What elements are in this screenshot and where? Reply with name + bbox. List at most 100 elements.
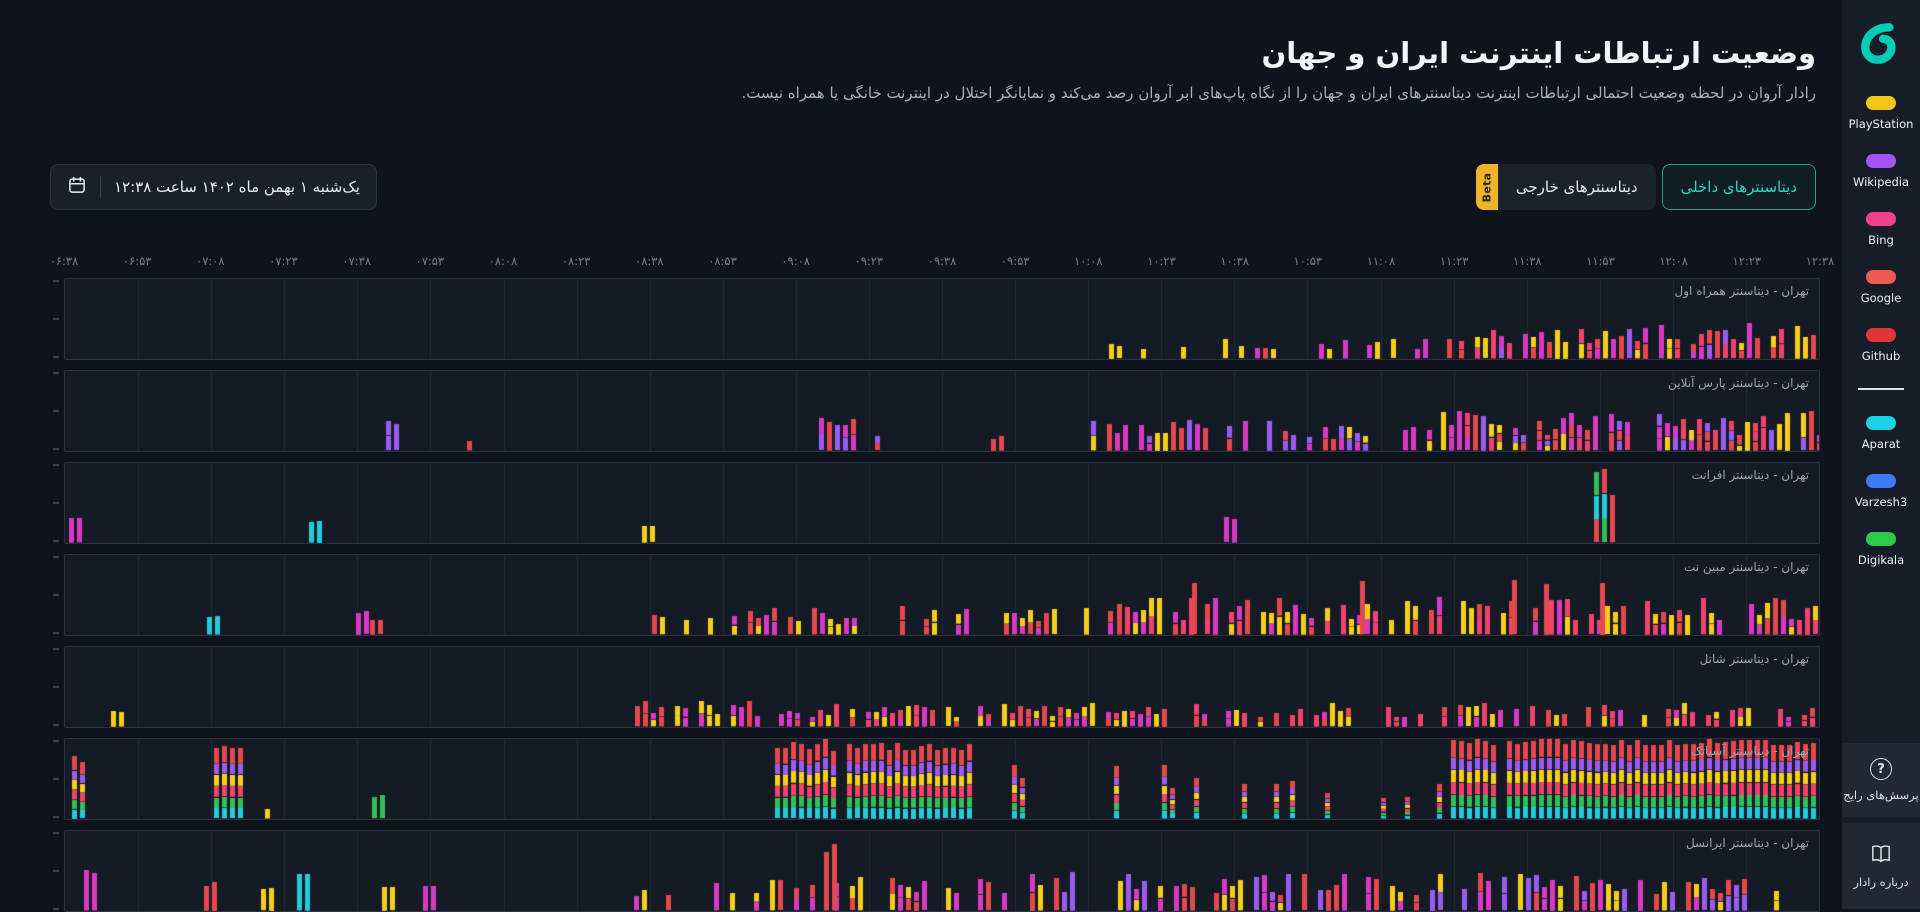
about-link[interactable]: درباره رادار — [1842, 823, 1920, 909]
main-content: وضعیت ارتباطات اینترنت ایران و جهان رادا… — [0, 0, 1842, 909]
chart-row: تهران - دیتاسنتر همراه اول — [50, 278, 1820, 360]
faq-link[interactable]: ? پرسش‌های رایج — [1842, 743, 1920, 817]
y-tick — [53, 464, 59, 466]
y-axis-ticks — [50, 646, 64, 728]
tab-internal-datacenters[interactable]: دیتاسنترهای داخلی — [1662, 164, 1816, 210]
time-tick-label: ۰۹:۳۸ — [928, 254, 957, 268]
legend-label: Bing — [1868, 233, 1894, 247]
datacenter-panel: تهران - دیتاسنتر همراه اول — [64, 278, 1820, 360]
legend-label: Wikipedia — [1853, 175, 1909, 189]
legend-item-varzesh3[interactable]: Varzesh3 — [1855, 474, 1907, 509]
github-status-dot — [1866, 328, 1896, 342]
datetime-picker-button[interactable]: یک‌شنبه ۱ بهمن ماه ۱۴۰۲ ساعت ۱۲:۳۸ — [50, 164, 377, 210]
legend-label: Aparat — [1862, 437, 1901, 451]
datacenter-panel: تهران - دیتاسنتر مبین نت — [64, 554, 1820, 636]
time-tick-label: ۰۶:۵۳ — [123, 254, 152, 268]
y-tick — [53, 740, 59, 742]
datacenter-label: تهران - دیتاسنتر مبین نت — [1684, 560, 1809, 574]
question-circle-icon: ? — [1870, 758, 1892, 780]
datacenter-panel: تهران - دیتاسنتر شاتل — [64, 646, 1820, 728]
page-title: وضعیت ارتباطات اینترنت ایران و جهان — [26, 36, 1816, 70]
legend-label: PlayStation — [1849, 117, 1914, 131]
datacenter-label: تهران - دیتاسنتر شاتل — [1700, 652, 1809, 666]
time-tick-label: ۰۹:۵۳ — [1001, 254, 1030, 268]
page-subtitle: رادار آروان در لحظه وضعیت احتمالی ارتباط… — [26, 84, 1816, 102]
time-tick-label: ۰۷:۰۸ — [196, 254, 225, 268]
datacenter-label: تهران - دیتاسنتر افرانت — [1692, 468, 1809, 482]
arvan-logo[interactable] — [1858, 20, 1904, 70]
time-tick-label: ۰۹:۲۳ — [855, 254, 884, 268]
y-tick — [53, 356, 59, 358]
time-tick-label: ۰۸:۰۸ — [489, 254, 518, 268]
legend-divider — [1858, 388, 1904, 390]
legend-item-bing[interactable]: Bing — [1866, 212, 1896, 247]
y-tick — [53, 556, 59, 558]
time-tick-label: ۱۰:۲۳ — [1147, 254, 1176, 268]
legend-label: Varzesh3 — [1855, 495, 1907, 509]
about-label: درباره رادار — [1853, 875, 1908, 889]
datacenter-panel: تهران - دیتاسنتر ایرانسل — [64, 830, 1820, 912]
digikala-status-dot — [1866, 532, 1896, 546]
time-tick-label: ۰۸:۳۸ — [635, 254, 664, 268]
datetime-label: یک‌شنبه ۱ بهمن ماه ۱۴۰۲ ساعت ۱۲:۳۸ — [114, 178, 360, 196]
y-tick — [53, 724, 59, 726]
legend-item-digikala[interactable]: Digikala — [1858, 532, 1904, 567]
datacenter-panel: تهران - دیتاسنتر پارس آنلاین — [64, 370, 1820, 452]
beta-badge: Beta — [1476, 164, 1498, 210]
y-tick — [53, 318, 59, 320]
y-axis-ticks — [50, 462, 64, 544]
google-status-dot — [1866, 270, 1896, 284]
time-tick-label: ۱۱:۵۳ — [1586, 254, 1615, 268]
time-tick-label: ۰۸:۲۳ — [562, 254, 591, 268]
aparat-status-dot — [1866, 416, 1896, 430]
legend-item-wikipedia[interactable]: Wikipedia — [1853, 154, 1909, 189]
time-tick-label: ۱۰:۵۳ — [1294, 254, 1323, 268]
y-tick — [53, 540, 59, 542]
datacenter-label: تهران - دیتاسنتر همراه اول — [1675, 284, 1809, 298]
y-tick — [53, 648, 59, 650]
time-tick-label: ۱۱:۳۸ — [1513, 254, 1542, 268]
time-tick-label: ۰۷:۳۸ — [342, 254, 371, 268]
chart-row: تهران - دیتاسنتر مبین نت — [50, 554, 1820, 636]
time-tick-label: ۰۹:۰۸ — [781, 254, 810, 268]
y-tick — [53, 778, 59, 780]
status-bars-canvas — [65, 279, 1819, 359]
legend-item-google[interactable]: Google — [1861, 270, 1902, 305]
controls-row: دیتاسنترهای داخلی Beta دیتاسنترهای خارجی… — [0, 164, 1842, 210]
y-tick — [53, 280, 59, 282]
time-tick-label: ۰۶:۳۸ — [50, 254, 79, 268]
legend-item-playstation[interactable]: PlayStation — [1849, 96, 1914, 131]
sidebar: PlayStation Wikipedia Bing Google Github Apar… — [1842, 0, 1920, 909]
y-tick — [53, 372, 59, 374]
status-bars-canvas — [65, 463, 1819, 543]
sidebar-bottom-links: ? پرسش‌های رایج درباره رادار — [1842, 743, 1920, 909]
y-tick — [53, 410, 59, 412]
y-axis-ticks — [50, 738, 64, 820]
status-bars-canvas — [65, 555, 1819, 635]
status-bars-canvas — [65, 647, 1819, 727]
y-tick — [53, 832, 59, 834]
legend-label: Google — [1861, 291, 1902, 305]
status-chart: ۰۶:۳۸۰۶:۵۳۰۷:۰۸۰۷:۲۳۰۷:۳۸۰۷:۵۳۰۸:۰۸۰۸:۲۳… — [50, 254, 1820, 912]
y-axis-ticks — [50, 370, 64, 452]
datacenter-panel: تهران - دیتاسنتر افرانت — [64, 462, 1820, 544]
legend-label: Github — [1862, 349, 1901, 363]
y-axis-ticks — [50, 554, 64, 636]
y-tick — [53, 686, 59, 688]
page-header: وضعیت ارتباطات اینترنت ایران و جهان رادا… — [0, 0, 1842, 102]
y-tick — [53, 594, 59, 596]
legend-item-github[interactable]: Github — [1862, 328, 1901, 363]
legend-item-aparat[interactable]: Aparat — [1862, 416, 1901, 451]
calendar-icon — [67, 175, 87, 199]
time-tick-label: ۰۷:۵۳ — [416, 254, 445, 268]
y-tick — [53, 448, 59, 450]
y-tick — [53, 870, 59, 872]
tab-external-datacenters[interactable]: دیتاسنترهای خارجی — [1498, 164, 1656, 210]
book-icon — [1870, 844, 1892, 867]
faq-label: پرسش‌های رایج — [1843, 788, 1918, 802]
y-axis-ticks — [50, 830, 64, 912]
bing-status-dot — [1866, 212, 1896, 226]
chart-row: تهران - دیتاسنتر ایرانسل — [50, 830, 1820, 912]
y-tick — [53, 502, 59, 504]
datacenter-label: تهران - دیتاسنتر پارس آنلاین — [1668, 376, 1809, 390]
